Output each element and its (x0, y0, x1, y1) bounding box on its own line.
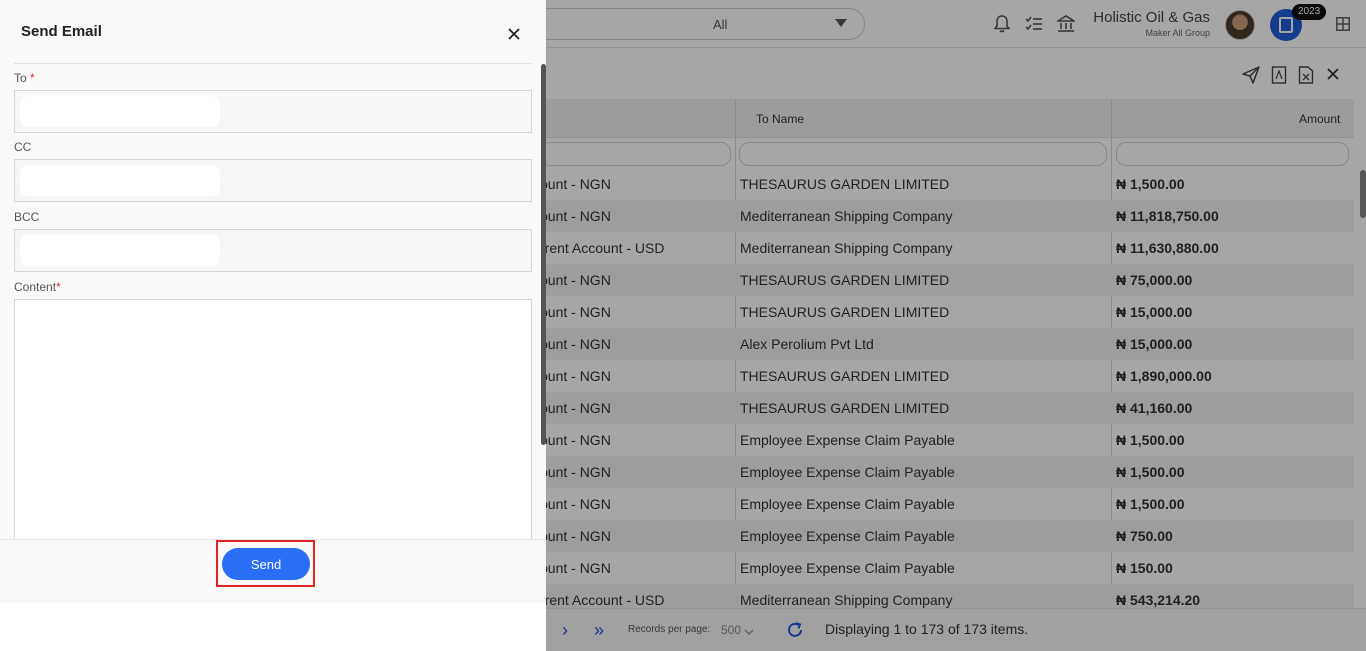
cc-field (14, 159, 532, 202)
content-textarea[interactable] (14, 299, 532, 540)
send-button[interactable]: Send (222, 548, 310, 580)
close-icon[interactable] (504, 24, 524, 44)
required-mark: * (30, 71, 35, 85)
divider (14, 63, 532, 64)
content-label-text: Content (14, 280, 57, 294)
dialog-bottom (0, 603, 546, 651)
send-email-dialog: Send Email To * CC BCC Content* Send (0, 0, 546, 651)
dialog-header: Send Email (0, 0, 546, 64)
cc-label: CC (14, 140, 32, 154)
to-input[interactable] (20, 96, 220, 127)
to-label-text: To (14, 71, 27, 85)
bcc-input[interactable] (20, 235, 220, 266)
dialog-title: Send Email (21, 23, 102, 40)
required-mark: * (56, 280, 61, 294)
cc-input[interactable] (20, 165, 220, 196)
bcc-label: BCC (14, 210, 40, 224)
bcc-field (14, 229, 532, 272)
content-label: Content* (14, 280, 61, 294)
to-field (14, 90, 532, 133)
dialog-scrollbar[interactable] (541, 64, 546, 445)
to-label: To * (14, 71, 35, 85)
